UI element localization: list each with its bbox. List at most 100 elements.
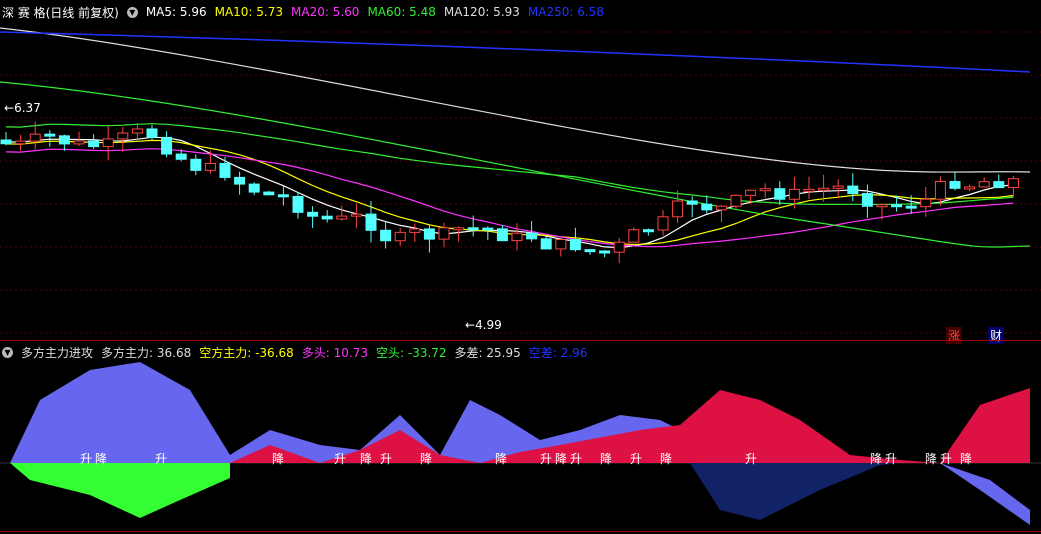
ma20-label: MA20: 5.60: [291, 5, 360, 19]
candle-body: [409, 228, 421, 233]
indicator-title: 多方主力进攻: [21, 345, 94, 360]
candle-body: [788, 188, 800, 200]
candle-body: [277, 194, 289, 198]
low-price-marker: ←4.99: [465, 318, 502, 332]
candle-body: [131, 128, 143, 134]
candle-body: [350, 213, 362, 217]
candle-body: [204, 162, 216, 171]
chevron-down-icon[interactable]: ▾: [126, 6, 138, 18]
finance-badge[interactable]: 财: [988, 327, 1005, 344]
candle-body: [467, 227, 479, 231]
ma5-label: MA5: 5.96: [145, 5, 207, 19]
candle-body: [175, 153, 187, 160]
candle-body: [774, 188, 786, 200]
candlestick-chart[interactable]: [0, 20, 1041, 340]
signal-label: 降: [420, 452, 432, 466]
candle-body: [745, 189, 757, 196]
signal-label: 升: [885, 452, 897, 466]
candle-body: [832, 185, 844, 189]
candle-body: [599, 250, 611, 254]
limit-up-badge[interactable]: 涨: [946, 327, 963, 344]
candle-body: [482, 227, 494, 231]
candle-body: [715, 205, 727, 211]
candle-body: [453, 227, 465, 231]
candle-body: [29, 133, 41, 142]
signal-label: 降: [555, 452, 567, 466]
candle-body: [0, 139, 12, 145]
candle-body: [423, 228, 435, 240]
candle-body: [438, 227, 450, 240]
signal-label: 降: [925, 452, 937, 466]
ma10-label: MA10: 5.73: [214, 5, 284, 19]
panel-divider: [0, 340, 1041, 341]
indicator-item: 多方主力: 36.68: [101, 345, 192, 360]
signal-label: 升: [334, 452, 346, 466]
candle-body: [803, 188, 815, 192]
indicator-areas: [0, 362, 1041, 525]
candle-body: [701, 203, 713, 211]
candle-body: [511, 232, 523, 242]
candle-body: [161, 136, 173, 155]
ma120-label: MA120: 5.93: [443, 5, 520, 19]
main-header: 深 赛 格(日线 前复权) ▾ MA5: 5.96 MA10: 5.73 MA2…: [2, 2, 604, 22]
candle-body: [365, 213, 377, 231]
candle-body: [891, 204, 903, 208]
signal-label: 降: [95, 452, 107, 466]
signal-label: 升: [570, 452, 582, 466]
candle-body: [321, 215, 333, 220]
signal-label: 升: [630, 452, 642, 466]
candle-body: [920, 198, 932, 208]
indicator-chart[interactable]: 升降升降升降升降降升降升降升降升降升降升降: [0, 360, 1041, 532]
candle-body: [190, 158, 202, 171]
signal-label: 升: [80, 452, 92, 466]
ma-line: [5, 136, 1014, 249]
candle-body: [847, 185, 859, 195]
candle-body: [964, 186, 976, 190]
candle-body: [657, 216, 669, 231]
candle-body: [876, 204, 888, 208]
signal-label: 降: [960, 452, 972, 466]
chevron-down-icon[interactable]: ▾: [2, 346, 13, 358]
candle-body: [73, 140, 85, 145]
bottom-divider: [0, 531, 1041, 532]
navy-area: [690, 463, 900, 520]
signal-label: 降: [495, 452, 507, 466]
candle-body: [905, 205, 917, 209]
arrow-left-icon: ←: [4, 101, 15, 115]
candle-body: [540, 238, 552, 250]
indicator-item: 多头: 10.73: [301, 345, 368, 360]
high-price-marker: ←6.37: [4, 101, 41, 115]
candle-body: [88, 140, 100, 148]
candle-body: [234, 176, 246, 185]
candle-body: [117, 132, 129, 140]
candle-body: [58, 135, 70, 145]
grid-lines: [0, 31, 1041, 334]
candle-body: [102, 138, 114, 148]
signal-label: 降: [660, 452, 672, 466]
indicator-item: 空差: 2.96: [528, 345, 588, 360]
candle-body: [613, 241, 625, 253]
candle-body: [292, 196, 304, 213]
signal-label: 升: [155, 452, 167, 466]
candle-body: [861, 193, 873, 207]
candle-body: [263, 191, 275, 196]
candles: [0, 121, 1019, 264]
candle-body: [1007, 178, 1019, 189]
candle-body: [730, 194, 742, 207]
candle-body: [394, 231, 406, 242]
indicator-item: 空头: -33.72: [376, 345, 447, 360]
signal-label: 升: [380, 452, 392, 466]
candle-body: [818, 187, 830, 191]
candle-body: [336, 215, 348, 220]
candle-body: [44, 133, 56, 137]
candle-body: [219, 162, 231, 178]
signal-label: 降: [870, 452, 882, 466]
candle-body: [15, 140, 27, 145]
red-area: [940, 388, 1030, 463]
ma60-label: MA60: 5.48: [367, 5, 436, 19]
signal-label: 升: [745, 452, 757, 466]
candle-body: [248, 183, 260, 193]
candle-body: [526, 232, 538, 240]
stock-title: 深 赛 格(日线 前复权): [2, 5, 119, 20]
candle-body: [555, 239, 567, 250]
